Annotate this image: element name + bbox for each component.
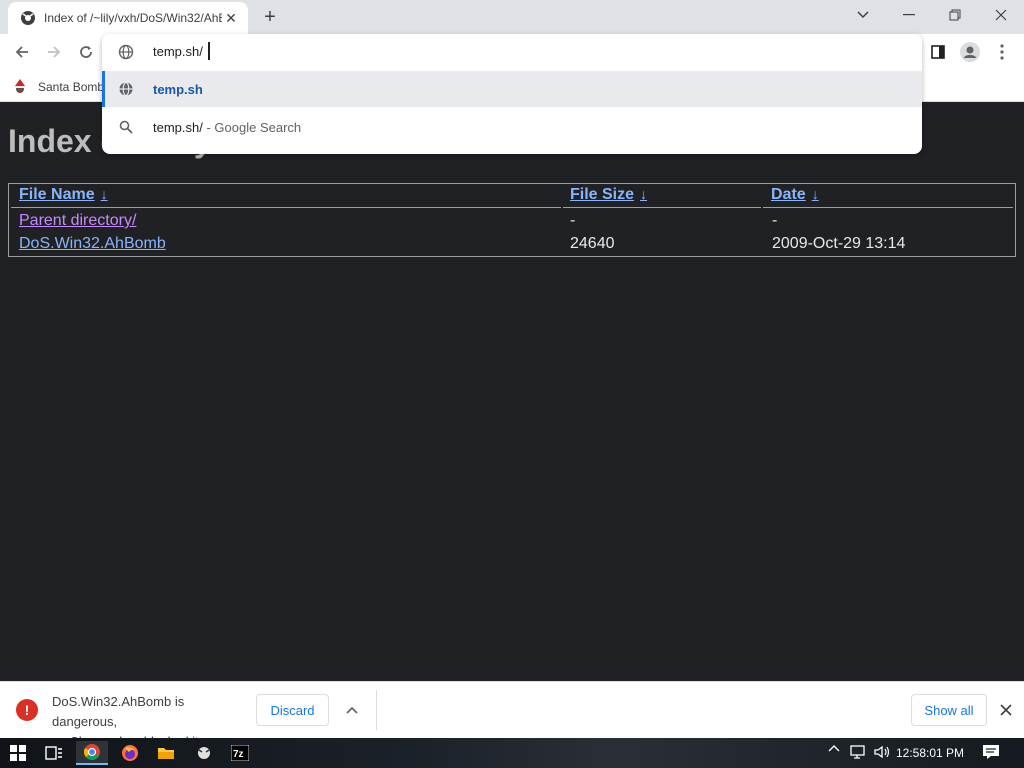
file-explorer-icon[interactable] [150,741,182,765]
reload-button[interactable] [72,38,100,66]
table-row-name: Parent directory/ [19,212,136,230]
svg-text:7z: 7z [233,749,244,760]
profile-avatar-icon[interactable] [956,38,984,66]
page-content: Index of /~lily/vxh/DoS/Win32/AhBomb Fil… [0,103,1024,681]
minimize-button[interactable] [886,0,932,30]
file-table: File Name ↓ File Size ↓ Date ↓ Parent direc… [8,183,1016,257]
windows-taskbar: 7z 12:58:01 PM [0,738,1024,768]
column-header-file-size: File Size ↓ [563,186,761,208]
notifications-icon[interactable] [980,744,1002,760]
divider [376,690,377,730]
windows-start-icon[interactable] [2,741,34,765]
suggestion-description: - Google Search [202,119,302,135]
santa-icon [12,79,28,95]
parent-directory-link[interactable]: Parent directory/ [19,212,136,229]
bookmark-santa-bomb[interactable]: Santa Bomb [12,76,104,98]
firefox-icon[interactable] [114,741,146,765]
tray-chevron-up-icon[interactable] [826,744,842,752]
forward-button[interactable] [40,38,68,66]
table-row-date: - [772,212,778,229]
site-favicon-icon [20,10,36,26]
task-view-icon[interactable] [38,741,70,765]
tab-active[interactable]: Index of /~lily/vxh/DoS/Win32/AhBomb ✕ [8,2,248,34]
table-row-name: DoS.Win32.AhBomb [19,235,166,253]
danger-warning-icon: ! [16,699,38,721]
chrome-icon[interactable] [76,741,108,765]
side-panel-icon[interactable] [924,38,952,66]
table-row-size: - [570,212,576,229]
column-header-date: Date ↓ [763,186,1013,208]
volume-icon[interactable] [872,744,892,760]
sort-file-size-link[interactable]: File Size [570,186,634,203]
text-cursor [208,42,210,60]
omnibox-popup: temp.sh/ temp.sh temp.sh/ - Google Searc… [102,34,922,154]
tab-strip: Index of /~lily/vxh/DoS/Win32/AhBomb ✕ + [0,0,1024,34]
download-warning-line-1: DoS.Win32.AhBomb is dangerous, [52,694,185,729]
table-row-size: 24640 [570,235,615,252]
restore-button[interactable] [932,0,978,30]
taskbar-clock[interactable]: 12:58:01 PM [896,746,964,760]
show-all-button[interactable]: Show all [911,694,987,726]
download-bar: ! DoS.Win32.AhBomb is dangerous, so Chro… [0,681,1024,749]
suggestion-label: temp.sh/ - Google Search [153,120,301,135]
tab-close-icon[interactable]: ✕ [222,9,240,27]
chevron-up-icon[interactable] [342,700,362,720]
new-tab-button[interactable]: + [258,6,282,28]
discard-button[interactable]: Discard [256,694,329,726]
table-row-date: 2009-Oct-29 13:14 [772,235,906,252]
back-button[interactable] [8,38,36,66]
close-icon[interactable] [996,700,1016,720]
sort-date-link[interactable]: Date [771,186,806,203]
address-bar[interactable]: temp.sh/ [102,34,922,70]
tab-title: Index of /~lily/vxh/DoS/Win32/AhBomb [44,11,222,25]
menu-kebab-icon[interactable] [988,38,1016,66]
search-icon [118,119,134,135]
address-input[interactable]: temp.sh/ [153,44,203,59]
suggestion-temp-sh[interactable]: temp.sh [102,71,922,107]
app-pinned-icon[interactable] [188,741,220,765]
file-link-ahbomb[interactable]: DoS.Win32.AhBomb [19,235,166,252]
suggestion-label: temp.sh [153,81,203,97]
sort-arrow-icon[interactable]: ↓ [640,186,647,202]
7zip-icon[interactable]: 7z [224,741,256,765]
sort-arrow-icon[interactable]: ↓ [812,186,819,202]
sort-file-name-link[interactable]: File Name [19,186,95,203]
globe-icon [118,81,134,97]
suggestion-query: temp.sh/ [153,119,203,135]
globe-icon [118,44,134,60]
suggestion-google-search[interactable]: temp.sh/ - Google Search [102,109,922,145]
network-icon[interactable] [848,744,868,760]
sort-arrow-icon[interactable]: ↓ [101,186,108,202]
bookmark-label: Santa Bomb [38,80,105,94]
close-window-button[interactable] [978,0,1024,30]
tab-search-chevron-icon[interactable] [840,0,886,30]
column-header-file-name: File Name ↓ [11,186,561,208]
